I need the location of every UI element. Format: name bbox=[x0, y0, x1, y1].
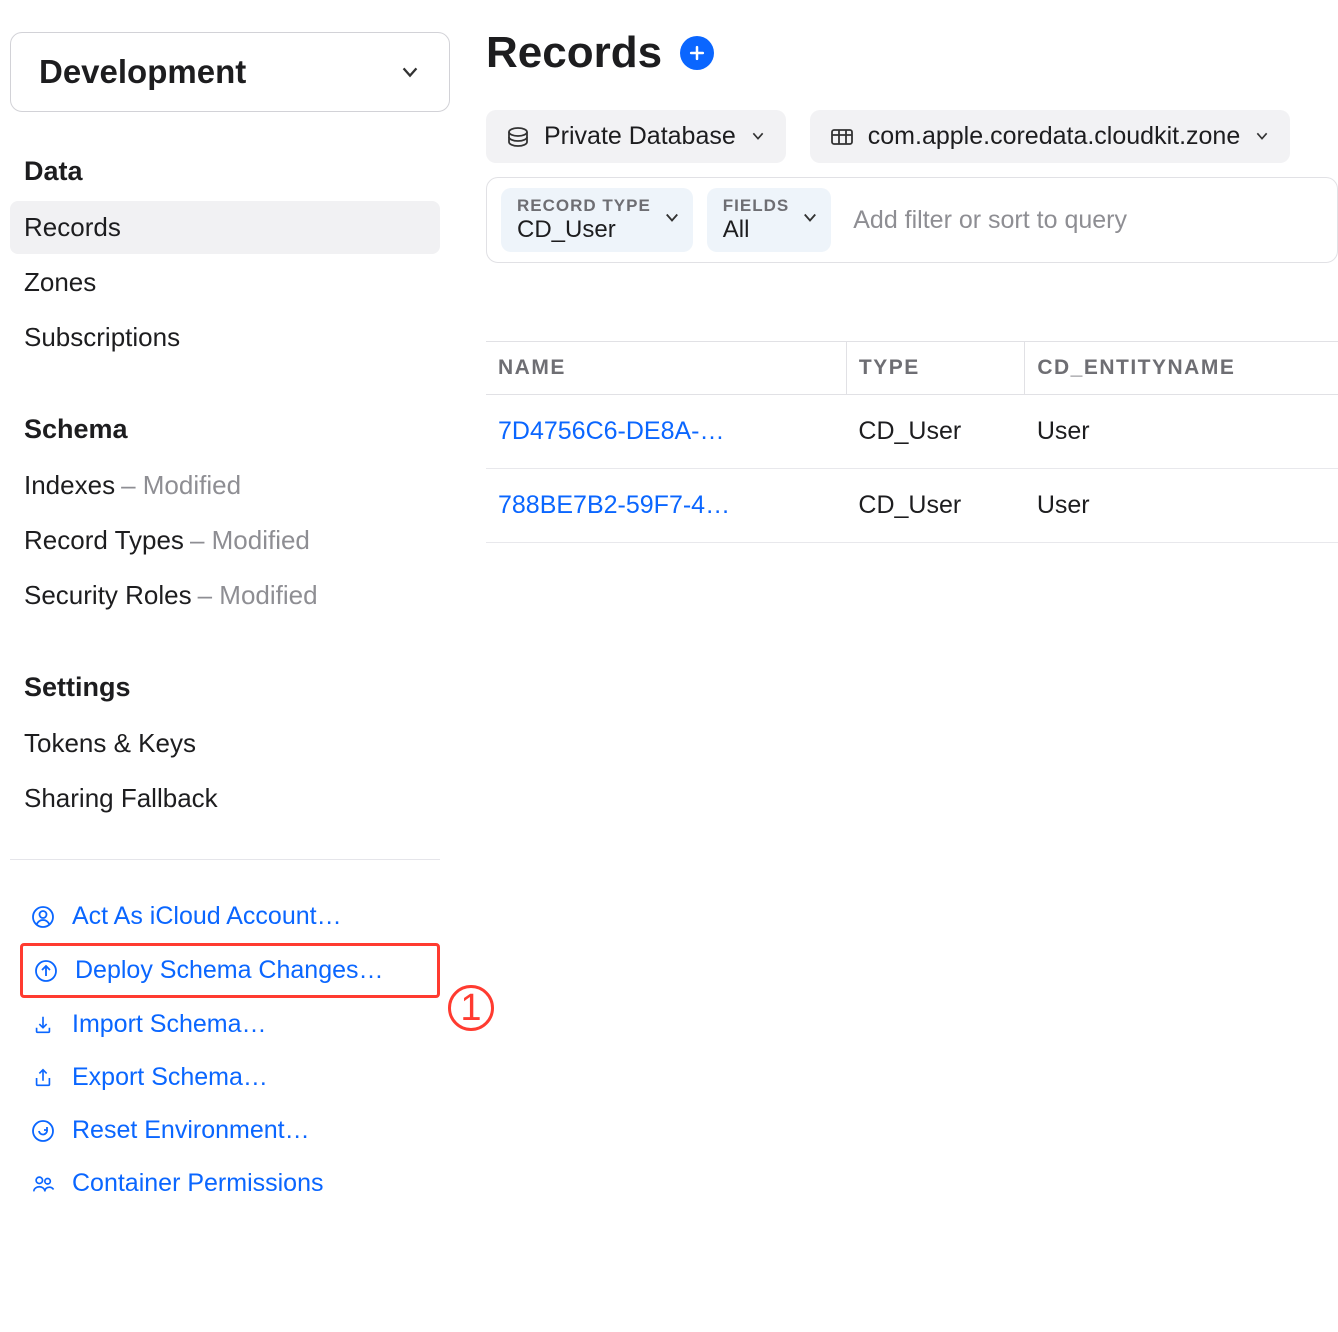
record-type-cell: CD_User bbox=[846, 469, 1024, 543]
action-label: Deploy Schema Changes… bbox=[75, 956, 384, 985]
record-type-value: CD_User bbox=[517, 216, 651, 244]
action-label: Container Permissions bbox=[72, 1169, 324, 1198]
records-table: NAME TYPE CD_ENTITYNAME 7D4756C6-DE8A-… … bbox=[486, 341, 1338, 543]
record-entity-cell: User bbox=[1025, 469, 1338, 543]
sidebar-item-label: Records bbox=[24, 212, 121, 243]
schema-section-title: Schema bbox=[10, 398, 440, 459]
add-record-button[interactable] bbox=[680, 36, 714, 70]
container-permissions-button[interactable]: Container Permissions bbox=[20, 1157, 440, 1210]
action-label: Act As iCloud Account… bbox=[72, 902, 342, 931]
reset-environment-button[interactable]: Reset Environment… bbox=[20, 1104, 440, 1157]
act-as-account-button[interactable]: Act As iCloud Account… bbox=[20, 890, 440, 943]
table-row[interactable]: 7D4756C6-DE8A-… CD_User User bbox=[486, 395, 1338, 469]
environment-label: Development bbox=[39, 53, 246, 91]
database-selector[interactable]: Private Database bbox=[486, 110, 786, 163]
data-section-title: Data bbox=[10, 140, 440, 201]
sidebar-item-sharing-fallback[interactable]: Sharing Fallback bbox=[10, 772, 440, 825]
sidebar-item-tokens-keys[interactable]: Tokens & Keys bbox=[10, 717, 440, 770]
record-name-link[interactable]: 7D4756C6-DE8A-… bbox=[486, 395, 846, 469]
chevron-down-icon bbox=[750, 122, 766, 151]
col-name[interactable]: NAME bbox=[486, 342, 846, 395]
upload-tray-icon bbox=[30, 1065, 56, 1091]
chevron-down-icon bbox=[801, 209, 819, 232]
zone-label: com.apple.coredata.cloudkit.zone bbox=[868, 122, 1240, 151]
record-name-link[interactable]: 788BE7B2-59F7-4… bbox=[486, 469, 846, 543]
action-label: Export Schema… bbox=[72, 1063, 268, 1092]
table-row[interactable]: 788BE7B2-59F7-4… CD_User User bbox=[486, 469, 1338, 543]
page-title: Records bbox=[486, 28, 662, 78]
col-type[interactable]: TYPE bbox=[846, 342, 1024, 395]
record-type-caption: RECORD TYPE bbox=[517, 196, 651, 216]
record-entity-cell: User bbox=[1025, 395, 1338, 469]
chevron-down-icon bbox=[399, 61, 421, 83]
table-icon bbox=[830, 127, 854, 147]
fields-selector[interactable]: FIELDS All bbox=[707, 188, 831, 252]
database-icon bbox=[506, 127, 530, 147]
sidebar-item-label: Record Types bbox=[24, 525, 184, 556]
record-type-cell: CD_User bbox=[846, 395, 1024, 469]
filter-input[interactable]: Add filter or sort to query bbox=[845, 206, 1127, 235]
modified-suffix: – Modified bbox=[121, 470, 241, 501]
record-type-selector[interactable]: RECORD TYPE CD_User bbox=[501, 188, 693, 252]
sidebar-item-subscriptions[interactable]: Subscriptions bbox=[10, 311, 440, 364]
download-tray-icon bbox=[30, 1012, 56, 1038]
sidebar-item-zones[interactable]: Zones bbox=[10, 256, 440, 309]
fields-value: All bbox=[723, 216, 789, 244]
sidebar-item-label: Zones bbox=[24, 267, 96, 298]
reset-circle-icon bbox=[30, 1118, 56, 1144]
sidebar-item-label: Security Roles bbox=[24, 580, 192, 611]
action-label: Import Schema… bbox=[72, 1010, 267, 1039]
settings-section-title: Settings bbox=[10, 656, 440, 717]
col-entityname[interactable]: CD_ENTITYNAME bbox=[1025, 342, 1338, 395]
sidebar-item-record-types[interactable]: Record Types – Modified bbox=[10, 514, 440, 567]
zone-selector[interactable]: com.apple.coredata.cloudkit.zone bbox=[810, 110, 1290, 163]
environment-selector[interactable]: Development bbox=[10, 32, 450, 112]
modified-suffix: – Modified bbox=[198, 580, 318, 611]
sidebar-item-records[interactable]: Records bbox=[10, 201, 440, 254]
fields-caption: FIELDS bbox=[723, 196, 789, 216]
chevron-down-icon bbox=[1254, 122, 1270, 151]
user-circle-icon bbox=[30, 904, 56, 930]
sidebar-item-label: Indexes bbox=[24, 470, 115, 501]
sidebar-item-security-roles[interactable]: Security Roles – Modified bbox=[10, 569, 440, 622]
action-label: Reset Environment… bbox=[72, 1116, 310, 1145]
sidebar-item-label: Sharing Fallback bbox=[24, 783, 218, 814]
chevron-down-icon bbox=[663, 209, 681, 232]
divider bbox=[10, 859, 440, 860]
sidebar-item-indexes[interactable]: Indexes – Modified bbox=[10, 459, 440, 512]
sidebar-item-label: Subscriptions bbox=[24, 322, 180, 353]
upload-circle-icon bbox=[33, 958, 59, 984]
annotation-callout-1: 1 bbox=[448, 985, 494, 1031]
people-icon bbox=[30, 1171, 56, 1197]
deploy-schema-button[interactable]: Deploy Schema Changes… bbox=[20, 943, 440, 998]
modified-suffix: – Modified bbox=[190, 525, 310, 556]
query-bar: RECORD TYPE CD_User FIELDS All Add filte… bbox=[486, 177, 1338, 263]
database-label: Private Database bbox=[544, 122, 736, 151]
export-schema-button[interactable]: Export Schema… bbox=[20, 1051, 440, 1104]
sidebar-item-label: Tokens & Keys bbox=[24, 728, 196, 759]
import-schema-button[interactable]: Import Schema… bbox=[20, 998, 440, 1051]
